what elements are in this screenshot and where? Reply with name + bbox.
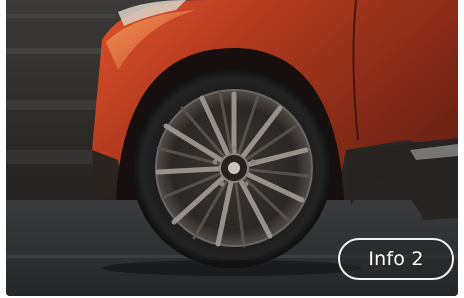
info-button[interactable]: Info 2: [338, 238, 454, 280]
photo-frame: Info 2: [6, 0, 458, 296]
